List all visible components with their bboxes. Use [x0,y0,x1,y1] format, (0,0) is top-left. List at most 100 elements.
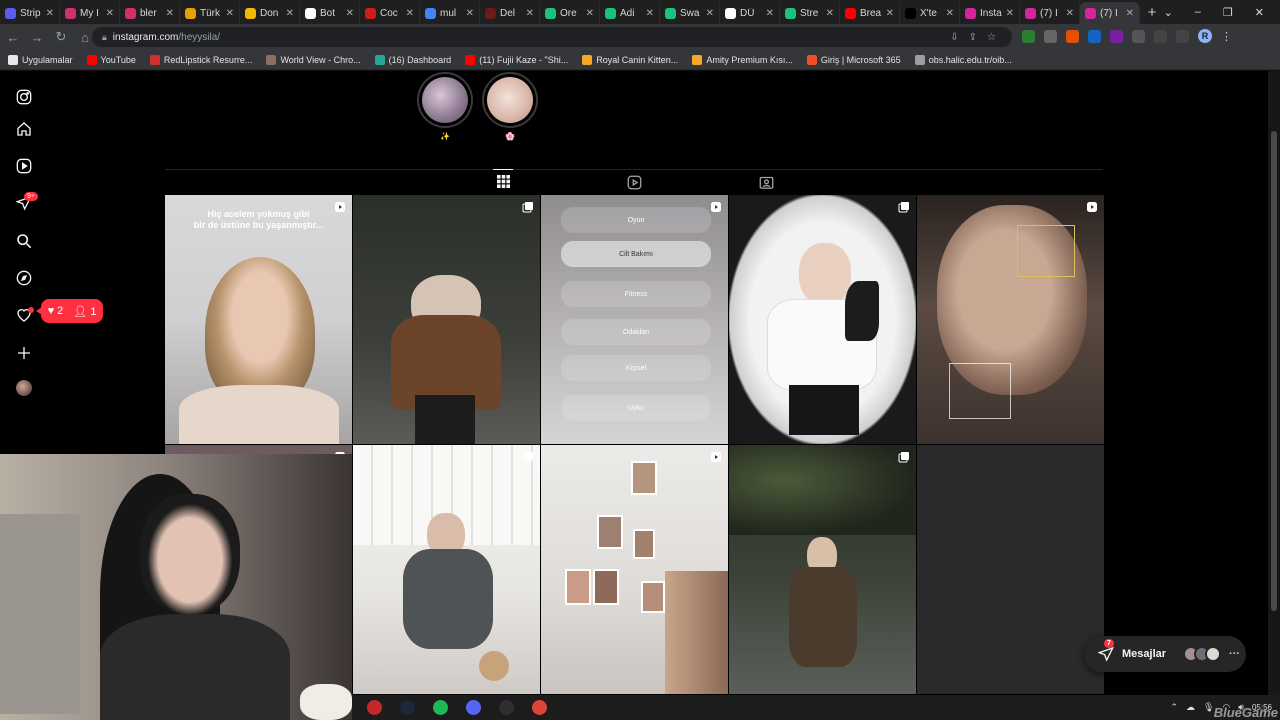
messages-launcher[interactable]: 7 Mesajlar ··· [1084,636,1246,672]
page-scrollbar[interactable] [1268,71,1280,695]
reels-icon[interactable] [14,156,34,176]
close-tab-icon[interactable]: ✕ [886,8,894,19]
browser-tab[interactable]: Adi ✕ [600,2,660,24]
close-tab-icon[interactable]: ✕ [346,8,354,19]
bookmark-item[interactable]: obs.halic.edu.tr/oib... [914,54,1012,65]
browser-tab[interactable]: Türk ✕ [180,2,240,24]
close-tab-icon[interactable]: ✕ [106,8,114,19]
browser-tab[interactable]: Coc ✕ [360,2,420,24]
chrome-icon[interactable] [528,699,550,717]
post-tile[interactable] [917,195,1104,444]
close-tab-icon[interactable]: ✕ [406,8,414,19]
browser-tab[interactable]: Stre ✕ [780,2,840,24]
close-tab-icon[interactable]: ✕ [466,8,474,19]
puzzle-extensions-icon[interactable] [1132,29,1145,43]
browser-tab[interactable]: Del ✕ [480,2,540,24]
post-tile[interactable] [917,445,1104,694]
browser-tab[interactable]: Swa ✕ [660,2,720,24]
tab-tagged[interactable] [756,172,776,192]
close-tab-icon[interactable]: ✕ [526,8,534,19]
spotify-icon[interactable] [429,699,451,717]
post-tile[interactable]: Hiç acelem yokmuş gibi bir de üstüne bu … [165,195,352,444]
install-app-icon[interactable]: ⇩ [950,32,958,43]
story-highlight-2[interactable] [482,72,538,128]
browser-tab[interactable]: bler ✕ [120,2,180,24]
post-tile[interactable] [353,445,540,694]
voicemod-icon[interactable] [363,699,385,717]
reading-list-icon[interactable] [1154,29,1167,43]
browser-tab[interactable]: mul ✕ [420,2,480,24]
tab-posts-grid[interactable] [493,169,513,192]
home-icon[interactable] [14,119,34,139]
close-tab-icon[interactable]: ✕ [1126,8,1134,19]
extension-icon[interactable] [1066,29,1079,43]
close-tab-icon[interactable]: ✕ [646,8,654,19]
browser-tab[interactable]: Insta ✕ [960,2,1020,24]
side-panel-icon[interactable] [1176,29,1189,43]
browser-tab[interactable]: Ore ✕ [540,2,600,24]
bookmark-item[interactable]: Giriş | Microsoft 365 [806,54,901,65]
bookmark-item[interactable]: YouTube [86,54,136,65]
reload-button[interactable]: ↻ [50,29,72,45]
maximize-button[interactable]: ❐ [1223,6,1233,19]
post-tile[interactable] [353,195,540,444]
bookmark-item[interactable]: Uygulamalar [8,54,73,65]
bookmark-item[interactable]: (11) Fujii Kaze - "Shi... [465,54,568,65]
share-icon[interactable]: ⇪ [969,32,977,43]
activity-tooltip[interactable]: ♥ 2 👤︎ 1 [36,299,103,323]
steam-icon[interactable] [396,699,418,717]
browser-tab[interactable]: (7) I ✕ [1080,2,1140,24]
close-tab-icon[interactable]: ✕ [1006,8,1014,19]
browser-tab[interactable]: Brea ✕ [840,2,900,24]
close-tab-icon[interactable]: ✕ [166,8,174,19]
minimize-button[interactable]: – [1195,6,1201,18]
scrollbar-thumb[interactable] [1271,131,1277,611]
bookmark-star-icon[interactable]: ☆ [987,32,996,43]
profile-avatar-nav[interactable] [16,380,32,396]
url-field[interactable]: 🔒︎ instagram.com/heyysila/ ⇩ ⇪ ☆ [92,27,1012,47]
post-tile[interactable] [541,445,728,694]
explore-compass-icon[interactable] [14,268,34,288]
close-tab-icon[interactable]: ✕ [946,8,954,19]
profile-avatar[interactable]: R [1198,29,1212,43]
close-tab-icon[interactable]: ✕ [226,8,234,19]
extension-icon[interactable] [1044,29,1057,43]
browser-tab[interactable]: My I ✕ [60,2,120,24]
close-tab-icon[interactable]: ✕ [586,8,594,19]
close-window-button[interactable]: ✕ [1255,6,1264,19]
forward-button[interactable]: → [26,30,48,45]
browser-tab[interactable]: X'te ✕ [900,2,960,24]
browser-tab[interactable]: DÜ ✕ [720,2,780,24]
lock-icon[interactable]: 🔒︎ [102,32,107,43]
tray-chevron-icon[interactable]: ⌃ [1170,702,1178,713]
post-tile[interactable] [729,445,916,694]
extension-icon[interactable] [1088,29,1101,43]
post-tile[interactable]: Oyun Cilt Bakımı Fitness Odaklan Kişisel… [541,195,728,444]
bookmark-item[interactable]: World View - Chro... [266,54,361,65]
browser-tab[interactable]: Don ✕ [240,2,300,24]
close-tab-icon[interactable]: ✕ [766,8,774,19]
tab-reels[interactable] [624,172,644,192]
post-tile[interactable] [729,195,916,444]
obs-icon[interactable] [495,699,517,717]
onedrive-icon[interactable]: ☁ [1186,702,1195,713]
create-plus-icon[interactable] [14,343,34,363]
adblock-extension-icon[interactable] [1022,29,1035,43]
tab-search-icon[interactable]: ⌄ [1164,6,1173,19]
bookmark-item[interactable]: RedLipstick Resurre... [149,54,252,65]
close-tab-icon[interactable]: ✕ [46,8,54,19]
close-tab-icon[interactable]: ✕ [706,8,714,19]
close-tab-icon[interactable]: ✕ [1066,8,1074,19]
extension-icon[interactable] [1110,29,1123,43]
story-highlight-1[interactable] [417,72,473,128]
search-icon[interactable] [14,231,34,251]
bookmark-item[interactable]: Amity Premium Kısı... [692,54,793,65]
new-tab-button[interactable]: + [1140,4,1164,21]
close-tab-icon[interactable]: ✕ [826,8,834,19]
instagram-logo-icon[interactable] [14,87,34,107]
browser-tab[interactable]: (7) I ✕ [1020,2,1080,24]
browser-tab[interactable]: Bot ✕ [300,2,360,24]
bookmark-item[interactable]: (16) Dashboard [374,54,451,65]
discord-icon[interactable] [462,699,484,717]
browser-tab[interactable]: Strip ✕ [0,2,60,24]
